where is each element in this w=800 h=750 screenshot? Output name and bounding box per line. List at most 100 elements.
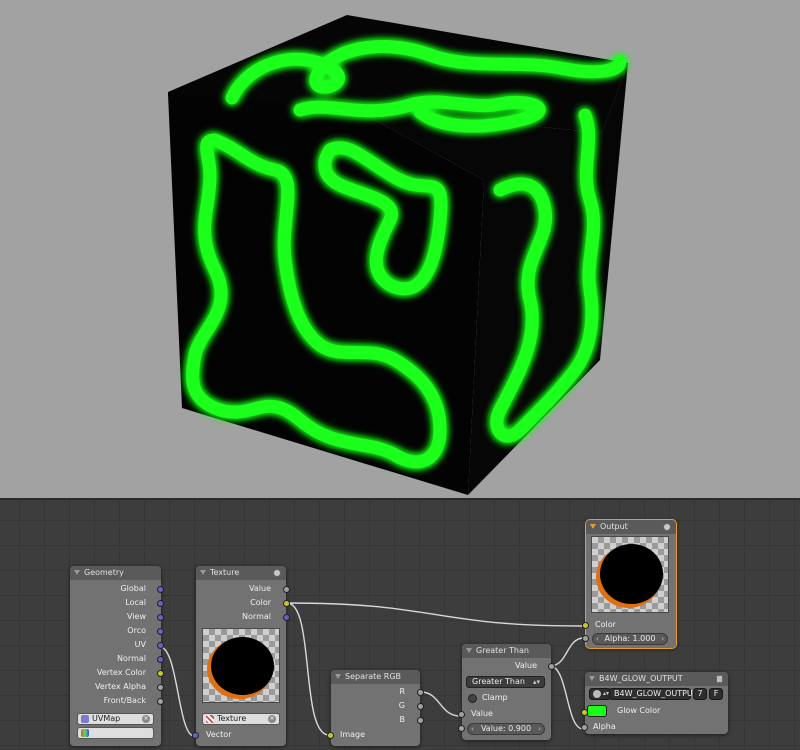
link-color-to-image: [286, 602, 330, 736]
b4w-glow-output-node-title: B4W_GLOW_OUTPUT: [599, 674, 683, 683]
threshold-label: Value:: [480, 724, 506, 733]
link-value-to-alpha: [549, 665, 584, 730]
socket-glow-alpha-input[interactable]: [581, 724, 588, 731]
output-alpha-value: 1.000: [632, 634, 656, 643]
greater-than-node-header[interactable]: Greater Than: [462, 644, 551, 658]
socket-value-input[interactable]: [458, 711, 465, 718]
separate-rgb-output-b: B: [399, 715, 406, 724]
uv-map-icon: [81, 715, 89, 723]
separate-rgb-node[interactable]: Separate RGB R G B Image: [327, 670, 424, 746]
clamp-label: Clamp: [482, 693, 508, 702]
decrement-arrow-icon[interactable]: ‹: [471, 724, 474, 734]
geometry-output-orco: Orco: [127, 626, 146, 635]
fake-user-button[interactable]: F: [709, 688, 723, 700]
socket-global[interactable]: [157, 586, 164, 593]
texture-input-vector: Vector: [206, 730, 232, 739]
clear-icon[interactable]: ×: [268, 715, 276, 723]
collapse-arrow-icon[interactable]: [466, 648, 472, 653]
group-name-field[interactable]: B4W_GLOW_OUTPUT: [609, 688, 698, 700]
socket-vertex-alpha[interactable]: [157, 684, 164, 691]
geometry-node[interactable]: Geometry Global Local View Orco UV Norma…: [70, 566, 164, 746]
collapse-arrow-icon[interactable]: [74, 570, 80, 575]
decrement-arrow-icon[interactable]: ‹: [596, 634, 599, 644]
socket-orco[interactable]: [157, 628, 164, 635]
link-color-to-output-color: [286, 602, 585, 627]
socket-normal[interactable]: [283, 614, 290, 621]
texture-node-header[interactable]: Texture: [196, 566, 286, 580]
socket-color[interactable]: [283, 600, 290, 607]
glow-color-label: Glow Color: [617, 706, 661, 715]
texture-icon: [206, 715, 214, 723]
separate-rgb-input-image: Image: [340, 730, 366, 739]
uv-map-field[interactable]: UVMap ×: [77, 713, 154, 725]
threshold-value: 0.900: [508, 724, 532, 733]
greater-than-node-title: Greater Than: [476, 646, 529, 655]
texture-node-title: Texture: [210, 568, 240, 577]
socket-normal[interactable]: [157, 656, 164, 663]
socket-threshold-input[interactable]: [458, 725, 465, 732]
output-node[interactable]: Output Color ‹ Alpha: 1.000 ›: [582, 519, 677, 649]
group-users-count[interactable]: 7: [693, 688, 707, 700]
glow-color-swatch[interactable]: [587, 705, 607, 717]
greater-than-node[interactable]: Greater Than Value Greater Than ▴▾ Clamp…: [458, 644, 555, 740]
socket-value-output[interactable]: [548, 663, 555, 670]
output-node-header[interactable]: Output: [586, 520, 676, 534]
output-alpha-field[interactable]: ‹ Alpha: 1.000 ›: [592, 633, 668, 645]
socket-b[interactable]: [417, 717, 424, 724]
fake-user-label: F: [713, 689, 719, 698]
geometry-node-header[interactable]: Geometry: [70, 566, 161, 580]
collapse-arrow-icon[interactable]: [335, 674, 341, 679]
socket-local[interactable]: [157, 600, 164, 607]
texture-preview: [202, 628, 280, 703]
node-group-icon[interactable]: [716, 675, 723, 683]
socket-uv[interactable]: [157, 642, 164, 649]
preview-toggle-icon[interactable]: [273, 569, 281, 577]
socket-color-input[interactable]: [582, 622, 589, 629]
collapse-arrow-icon[interactable]: [590, 524, 596, 529]
separate-rgb-output-r: R: [399, 687, 405, 696]
group-name: B4W_GLOW_OUTPUT: [614, 689, 698, 698]
vertex-color-field[interactable]: [77, 727, 154, 739]
geometry-output-vertex-alpha: Vertex Alpha: [94, 682, 146, 691]
socket-g[interactable]: [417, 703, 424, 710]
socket-front-back[interactable]: [157, 698, 164, 705]
texture-preview-shape: [211, 637, 274, 695]
collapse-arrow-icon[interactable]: [589, 676, 595, 681]
collapse-arrow-icon[interactable]: [200, 570, 206, 575]
texture-node[interactable]: Texture Value Color Normal Texture × Vec…: [192, 566, 290, 746]
socket-alpha-input[interactable]: [582, 635, 589, 642]
output-alpha-label: Alpha:: [604, 634, 630, 643]
operation-dropdown[interactable]: Greater Than ▴▾: [466, 676, 545, 688]
clear-icon[interactable]: ×: [142, 715, 150, 723]
geometry-output-global: Global: [120, 584, 146, 593]
glow-alpha-label: Alpha: [593, 722, 616, 731]
link-r-to-value: [420, 691, 461, 717]
geometry-output-vertex-color: Vertex Color: [96, 668, 146, 677]
output-preview-shape: [600, 544, 663, 604]
b4w-glow-output-node[interactable]: B4W_GLOW_OUTPUT ▴▾ B4W_GLOW_OUTPUT 7 F G…: [581, 672, 728, 734]
node-editor[interactable]: Geometry Global Local View Orco UV Norma…: [0, 498, 800, 750]
clamp-checkbox[interactable]: [468, 694, 477, 703]
link-uv-to-vector: [159, 646, 195, 737]
socket-image-input[interactable]: [327, 732, 334, 739]
group-browse-button[interactable]: ▴▾: [589, 688, 611, 700]
operation-value: Greater Than: [472, 677, 525, 686]
socket-r[interactable]: [417, 689, 424, 696]
3d-viewport[interactable]: [0, 0, 800, 498]
texture-select-field[interactable]: Texture ×: [202, 713, 280, 725]
b4w-glow-output-node-header[interactable]: B4W_GLOW_OUTPUT: [585, 672, 728, 686]
increment-arrow-icon[interactable]: ›: [661, 634, 664, 644]
socket-view[interactable]: [157, 614, 164, 621]
increment-arrow-icon[interactable]: ›: [538, 724, 541, 734]
node-tree-icon: [593, 690, 601, 698]
separate-rgb-node-header[interactable]: Separate RGB: [331, 670, 420, 684]
geometry-node-title: Geometry: [84, 568, 124, 577]
threshold-field[interactable]: ‹ Value: 0.900 ›: [467, 723, 545, 735]
greater-than-input-value: Value: [471, 709, 493, 718]
socket-value[interactable]: [283, 586, 290, 593]
texture-name: Texture: [217, 714, 247, 723]
greater-than-output-value: Value: [515, 661, 537, 670]
preview-toggle-icon[interactable]: [663, 523, 671, 531]
socket-vector-input[interactable]: [192, 732, 199, 739]
socket-vertex-color[interactable]: [157, 670, 164, 677]
